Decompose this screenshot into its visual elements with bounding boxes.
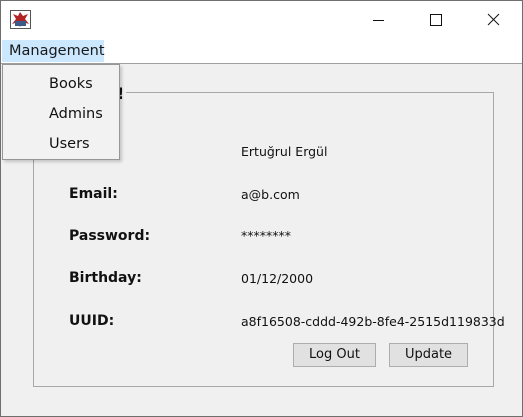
management-dropdown-menu: Books Admins Users xyxy=(2,64,120,160)
menu-item-admins[interactable]: Admins xyxy=(49,104,103,124)
update-button[interactable]: Update xyxy=(389,343,468,367)
menu-item-books[interactable]: Books xyxy=(49,74,93,94)
name-value: Ertuğrul Ergül xyxy=(241,144,328,159)
maximize-icon xyxy=(430,14,442,26)
close-button[interactable] xyxy=(469,1,515,39)
menu-bar: Management xyxy=(1,39,522,64)
email-value: a@b.com xyxy=(241,187,300,202)
app-window: Management ! Ertuğrul Ergül Email: a@b.c… xyxy=(0,0,523,417)
email-label: Email: xyxy=(69,186,118,202)
java-app-icon[interactable] xyxy=(10,10,31,29)
uuid-label: UUID: xyxy=(69,313,115,329)
minimize-icon xyxy=(373,20,384,21)
password-label: Password: xyxy=(69,228,151,244)
menu-management[interactable]: Management xyxy=(2,40,105,62)
menu-item-users[interactable]: Users xyxy=(49,134,90,154)
birthday-label: Birthday: xyxy=(69,270,142,286)
minimize-button[interactable] xyxy=(355,1,401,39)
uuid-value: a8f16508-cddd-492b-8fe4-2515d119833d xyxy=(241,314,505,329)
maximize-button[interactable] xyxy=(412,1,458,39)
title-bar[interactable] xyxy=(1,1,522,39)
logout-button[interactable]: Log Out xyxy=(293,343,376,367)
birthday-value: 01/12/2000 xyxy=(241,271,314,286)
password-value: ******** xyxy=(241,228,291,243)
close-icon xyxy=(487,13,500,26)
